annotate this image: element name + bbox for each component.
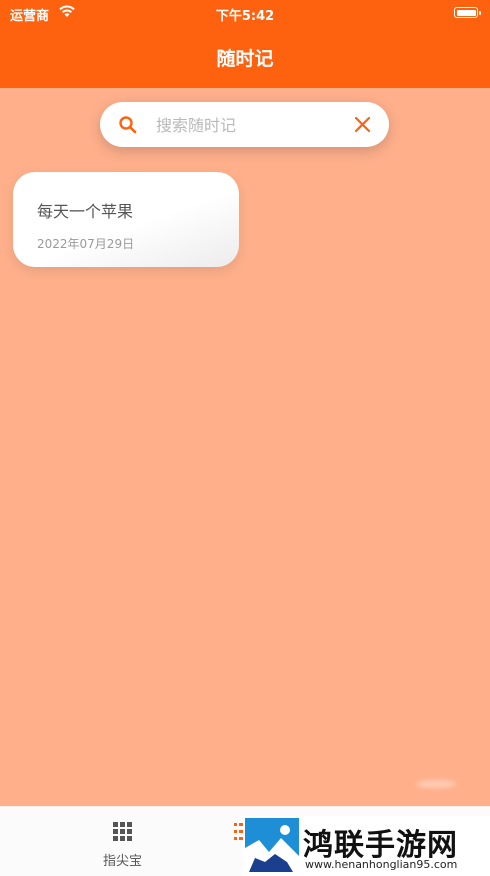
grid-icon	[113, 822, 132, 841]
status-time: 下午5:42	[215, 9, 275, 24]
note-card[interactable]: 每天一个苹果 2022年07月29日	[13, 172, 239, 267]
note-date: 2022年07月29日	[37, 237, 135, 251]
search-input[interactable]	[156, 113, 336, 137]
decorative-glow	[416, 780, 456, 788]
app-header: 运营商 下午5:42 随时记	[0, 0, 490, 88]
battery-icon	[454, 7, 481, 18]
search-bar	[100, 102, 389, 147]
watermark-url: www.henanhonglian95.com	[305, 858, 458, 871]
page-title: 随时记	[216, 48, 274, 70]
watermark-overlay: 鸿联手游网 www.henanhonglian95.com	[243, 816, 490, 876]
watermark-logo	[245, 818, 299, 872]
note-title: 每天一个苹果	[37, 202, 134, 221]
search-icon	[119, 116, 137, 134]
clear-icon[interactable]	[354, 116, 371, 133]
status-bar: 运营商 下午5:42	[0, 0, 490, 26]
